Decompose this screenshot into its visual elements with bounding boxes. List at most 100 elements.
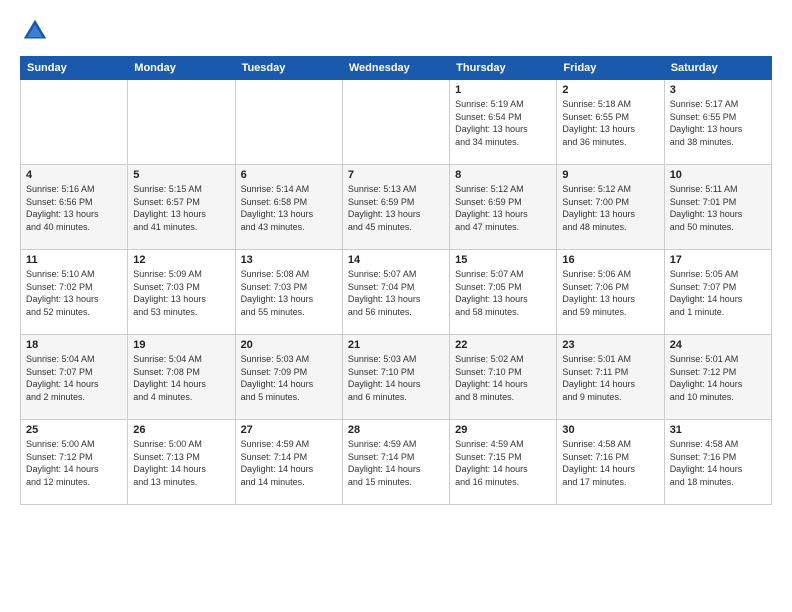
day-info: Sunrise: 5:07 AM Sunset: 7:05 PM Dayligh… xyxy=(455,268,551,318)
day-number: 31 xyxy=(670,424,766,436)
day-number: 6 xyxy=(241,169,337,181)
day-cell: 12 Sunrise: 5:09 AM Sunset: 7:03 PM Dayli… xyxy=(128,250,235,335)
day-cell: 2 Sunrise: 5:18 AM Sunset: 6:55 PM Daylig… xyxy=(557,80,664,165)
day-cell: 11 Sunrise: 5:10 AM Sunset: 7:02 PM Dayli… xyxy=(21,250,128,335)
day-number: 30 xyxy=(562,424,658,436)
logo xyxy=(20,16,54,46)
day-info: Sunrise: 5:12 AM Sunset: 7:00 PM Dayligh… xyxy=(562,183,658,233)
day-cell: 24 Sunrise: 5:01 AM Sunset: 7:12 PM Dayli… xyxy=(664,335,771,420)
day-cell: 31 Sunrise: 4:58 AM Sunset: 7:16 PM Dayli… xyxy=(664,420,771,505)
day-number: 27 xyxy=(241,424,337,436)
weekday-header-tuesday: Tuesday xyxy=(235,57,342,80)
day-number: 23 xyxy=(562,339,658,351)
day-number: 24 xyxy=(670,339,766,351)
day-info: Sunrise: 5:12 AM Sunset: 6:59 PM Dayligh… xyxy=(455,183,551,233)
weekday-header-sunday: Sunday xyxy=(21,57,128,80)
day-info: Sunrise: 5:04 AM Sunset: 7:07 PM Dayligh… xyxy=(26,353,122,403)
day-number: 22 xyxy=(455,339,551,351)
day-number: 16 xyxy=(562,254,658,266)
day-cell: 10 Sunrise: 5:11 AM Sunset: 7:01 PM Dayli… xyxy=(664,165,771,250)
day-cell: 5 Sunrise: 5:15 AM Sunset: 6:57 PM Daylig… xyxy=(128,165,235,250)
day-number: 15 xyxy=(455,254,551,266)
day-number: 21 xyxy=(348,339,444,351)
day-number: 1 xyxy=(455,84,551,96)
day-cell: 26Sunrise: 5:00 AM Sunset: 7:13 PM Dayli… xyxy=(128,420,235,505)
calendar: SundayMondayTuesdayWednesdayThursdayFrid… xyxy=(20,56,772,505)
day-cell: 27 Sunrise: 4:59 AM Sunset: 7:14 PM Dayli… xyxy=(235,420,342,505)
day-info: Sunrise: 5:03 AM Sunset: 7:10 PM Dayligh… xyxy=(348,353,444,403)
day-cell: 20 Sunrise: 5:03 AM Sunset: 7:09 PM Dayli… xyxy=(235,335,342,420)
day-cell: 15 Sunrise: 5:07 AM Sunset: 7:05 PM Dayli… xyxy=(450,250,557,335)
day-cell: 4 Sunrise: 5:16 AM Sunset: 6:56 PM Daylig… xyxy=(21,165,128,250)
day-cell: 23 Sunrise: 5:01 AM Sunset: 7:11 PM Dayli… xyxy=(557,335,664,420)
day-cell xyxy=(128,80,235,165)
day-info: Sunrise: 5:09 AM Sunset: 7:03 PM Dayligh… xyxy=(133,268,229,318)
day-info: Sunrise: 5:00 AM Sunset: 7:12 PM Dayligh… xyxy=(26,438,122,488)
day-info: Sunrise: 5:11 AM Sunset: 7:01 PM Dayligh… xyxy=(670,183,766,233)
day-info: Sunrise: 5:03 AM Sunset: 7:09 PM Dayligh… xyxy=(241,353,337,403)
day-info: Sunrise: 4:59 AM Sunset: 7:15 PM Dayligh… xyxy=(455,438,551,488)
day-info: Sunrise: 5:16 AM Sunset: 6:56 PM Dayligh… xyxy=(26,183,122,233)
day-number: 28 xyxy=(348,424,444,436)
weekday-header-saturday: Saturday xyxy=(664,57,771,80)
day-cell: 21 Sunrise: 5:03 AM Sunset: 7:10 PM Dayli… xyxy=(342,335,449,420)
day-info: Sunrise: 5:01 AM Sunset: 7:11 PM Dayligh… xyxy=(562,353,658,403)
day-number: 14 xyxy=(348,254,444,266)
day-info: Sunrise: 5:15 AM Sunset: 6:57 PM Dayligh… xyxy=(133,183,229,233)
day-cell xyxy=(342,80,449,165)
day-number: 11 xyxy=(26,254,122,266)
week-row-2: 4 Sunrise: 5:16 AM Sunset: 6:56 PM Daylig… xyxy=(21,165,772,250)
week-row-3: 11 Sunrise: 5:10 AM Sunset: 7:02 PM Dayli… xyxy=(21,250,772,335)
day-info: Sunrise: 4:58 AM Sunset: 7:16 PM Dayligh… xyxy=(670,438,766,488)
logo-icon xyxy=(20,16,50,46)
day-cell: 19Sunrise: 5:04 AM Sunset: 7:08 PM Dayli… xyxy=(128,335,235,420)
week-row-5: 25Sunrise: 5:00 AM Sunset: 7:12 PM Dayli… xyxy=(21,420,772,505)
day-cell: 16 Sunrise: 5:06 AM Sunset: 7:06 PM Dayli… xyxy=(557,250,664,335)
day-info: Sunrise: 5:14 AM Sunset: 6:58 PM Dayligh… xyxy=(241,183,337,233)
weekday-header-wednesday: Wednesday xyxy=(342,57,449,80)
day-number: 13 xyxy=(241,254,337,266)
day-cell: 7Sunrise: 5:13 AM Sunset: 6:59 PM Daylig… xyxy=(342,165,449,250)
day-number: 9 xyxy=(562,169,658,181)
header xyxy=(20,16,772,46)
week-row-4: 18 Sunrise: 5:04 AM Sunset: 7:07 PM Dayli… xyxy=(21,335,772,420)
day-number: 2 xyxy=(562,84,658,96)
weekday-header-row: SundayMondayTuesdayWednesdayThursdayFrid… xyxy=(21,57,772,80)
day-info: Sunrise: 5:02 AM Sunset: 7:10 PM Dayligh… xyxy=(455,353,551,403)
day-cell: 1 Sunrise: 5:19 AM Sunset: 6:54 PM Daylig… xyxy=(450,80,557,165)
day-info: Sunrise: 5:00 AM Sunset: 7:13 PM Dayligh… xyxy=(133,438,229,488)
day-info: Sunrise: 5:18 AM Sunset: 6:55 PM Dayligh… xyxy=(562,98,658,148)
day-info: Sunrise: 4:58 AM Sunset: 7:16 PM Dayligh… xyxy=(562,438,658,488)
day-number: 7 xyxy=(348,169,444,181)
day-number: 12 xyxy=(133,254,229,266)
day-info: Sunrise: 5:07 AM Sunset: 7:04 PM Dayligh… xyxy=(348,268,444,318)
day-cell: 25Sunrise: 5:00 AM Sunset: 7:12 PM Dayli… xyxy=(21,420,128,505)
day-cell: 8 Sunrise: 5:12 AM Sunset: 6:59 PM Daylig… xyxy=(450,165,557,250)
day-info: Sunrise: 5:01 AM Sunset: 7:12 PM Dayligh… xyxy=(670,353,766,403)
day-number: 17 xyxy=(670,254,766,266)
day-info: Sunrise: 5:10 AM Sunset: 7:02 PM Dayligh… xyxy=(26,268,122,318)
day-cell: 30 Sunrise: 4:58 AM Sunset: 7:16 PM Dayli… xyxy=(557,420,664,505)
day-cell: 18 Sunrise: 5:04 AM Sunset: 7:07 PM Dayli… xyxy=(21,335,128,420)
day-cell xyxy=(235,80,342,165)
day-number: 29 xyxy=(455,424,551,436)
day-info: Sunrise: 5:06 AM Sunset: 7:06 PM Dayligh… xyxy=(562,268,658,318)
day-number: 19 xyxy=(133,339,229,351)
day-info: Sunrise: 5:19 AM Sunset: 6:54 PM Dayligh… xyxy=(455,98,551,148)
day-info: Sunrise: 5:17 AM Sunset: 6:55 PM Dayligh… xyxy=(670,98,766,148)
day-number: 10 xyxy=(670,169,766,181)
day-number: 20 xyxy=(241,339,337,351)
day-cell: 3Sunrise: 5:17 AM Sunset: 6:55 PM Daylig… xyxy=(664,80,771,165)
day-info: Sunrise: 5:08 AM Sunset: 7:03 PM Dayligh… xyxy=(241,268,337,318)
day-cell xyxy=(21,80,128,165)
day-number: 18 xyxy=(26,339,122,351)
week-row-1: 1 Sunrise: 5:19 AM Sunset: 6:54 PM Daylig… xyxy=(21,80,772,165)
day-number: 5 xyxy=(133,169,229,181)
weekday-header-thursday: Thursday xyxy=(450,57,557,80)
weekday-header-monday: Monday xyxy=(128,57,235,80)
day-number: 4 xyxy=(26,169,122,181)
day-info: Sunrise: 4:59 AM Sunset: 7:14 PM Dayligh… xyxy=(241,438,337,488)
day-number: 8 xyxy=(455,169,551,181)
day-info: Sunrise: 5:05 AM Sunset: 7:07 PM Dayligh… xyxy=(670,268,766,318)
day-cell: 28Sunrise: 4:59 AM Sunset: 7:14 PM Dayli… xyxy=(342,420,449,505)
